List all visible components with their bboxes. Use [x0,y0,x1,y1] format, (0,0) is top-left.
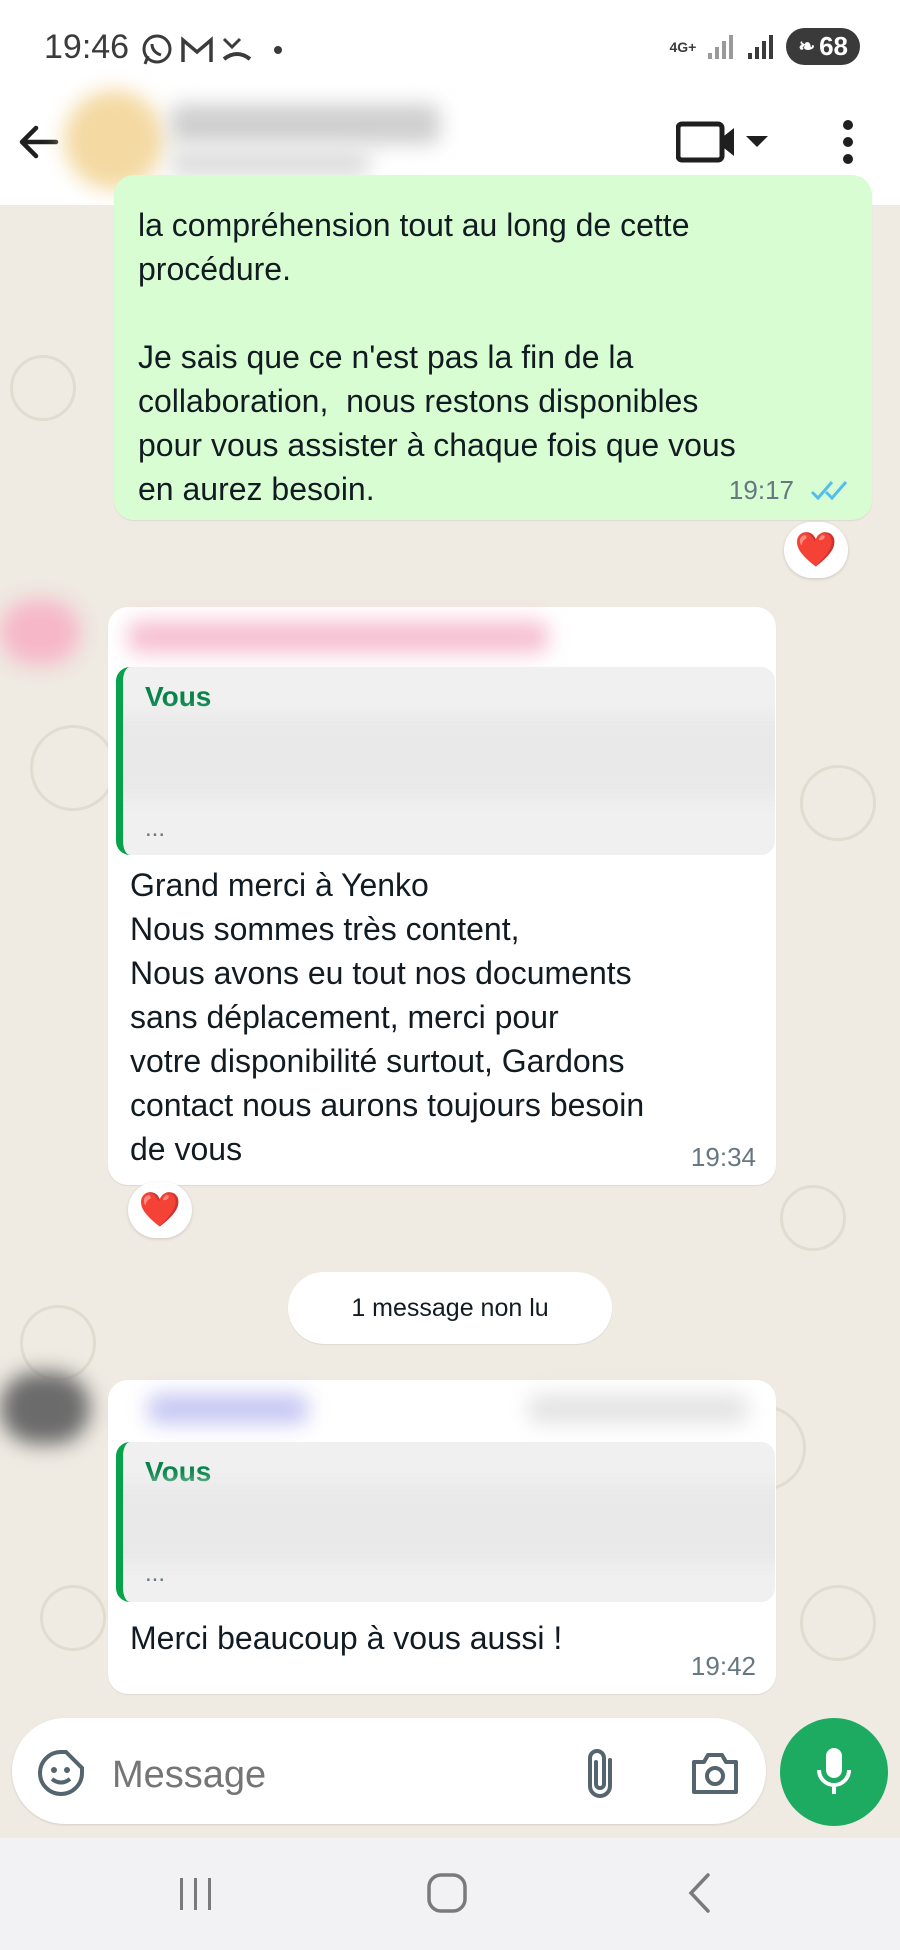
message-text: Grand merci à Yenko Nous sommes très con… [130,867,645,1167]
doodle [10,355,76,421]
recent-apps-icon[interactable] [176,1876,216,1912]
read-ticks-icon [810,481,848,501]
battery-indicator: ❧ 68 [786,28,860,65]
back-nav-icon[interactable] [686,1872,714,1914]
reaction-heart[interactable]: ❤️ [784,522,848,578]
back-arrow-icon[interactable] [14,118,62,166]
message-time: 19:17 [728,475,794,505]
sender-name-blurred [128,621,548,653]
sender-avatar-blurred[interactable] [0,1372,90,1444]
microphone-icon [817,1748,851,1794]
quoted-message[interactable]: Vous ... [116,667,775,855]
signal-icon-2 [748,34,774,59]
quote-author: Vous [145,681,212,712]
reaction-heart[interactable]: ❤️ [128,1182,192,1238]
home-icon[interactable] [426,1872,468,1914]
missed-call-icon [222,37,252,61]
whatsapp-icon [142,34,172,65]
status-time: 19:46 [44,28,130,66]
quoted-text-blurred [123,1484,775,1564]
doodle [800,1585,876,1661]
camera-icon[interactable] [690,1750,740,1796]
emoji-sticker-icon[interactable] [36,1748,86,1798]
message-time: 19:42 [690,1651,756,1681]
message-input[interactable] [112,1750,452,1800]
dot-icon [274,46,282,54]
quoted-message[interactable]: Vous ... [116,1442,775,1602]
sender-avatar-blurred[interactable] [0,600,80,664]
doodle [800,765,876,841]
more-vert-icon[interactable] [838,118,858,166]
incoming-message-bubble[interactable]: Vous ... Merci beaucoup à vous aussi ! 1… [108,1380,776,1694]
network-label: 4G+ [669,38,697,55]
status-right: 4G+ ❧ 68 [669,28,860,65]
signal-icon [708,34,734,59]
doodle [30,725,116,811]
video-call-icon[interactable] [676,120,776,164]
message-text: Merci beaucoup à vous aussi ! [130,1620,563,1656]
unread-messages-banner: 1 message non lu [288,1272,612,1344]
quote-ellipsis: ... [145,815,166,842]
quote-ellipsis: ... [145,1560,166,1587]
gmail-icon [181,36,213,62]
outgoing-message-bubble[interactable]: la compréhension tout au long de cette p… [114,175,872,520]
heart-icon: ❤️ [138,1191,182,1229]
doodle [780,1185,846,1251]
contact-name-blurred[interactable] [170,104,440,144]
battery-leaf-icon: ❧ [798,36,816,58]
battery-level: 68 [819,31,848,61]
doodle [40,1585,106,1651]
message-time: 19:34 [690,1142,756,1172]
attach-icon[interactable] [580,1746,620,1802]
sender-name-blurred [148,1394,308,1424]
incoming-message-bubble[interactable]: Vous ... Grand merci à Yenko Nous sommes… [108,607,776,1185]
contact-status-blurred [170,148,370,178]
message-text: la compréhension tout au long de cette p… [138,207,736,507]
voice-message-button[interactable] [780,1718,888,1826]
dropdown-icon [746,136,768,147]
notification-icons [140,30,282,70]
heart-icon: ❤️ [794,531,838,569]
doodle [20,1305,96,1381]
quoted-text-blurred [123,715,775,799]
sender-phone-blurred [528,1394,748,1424]
